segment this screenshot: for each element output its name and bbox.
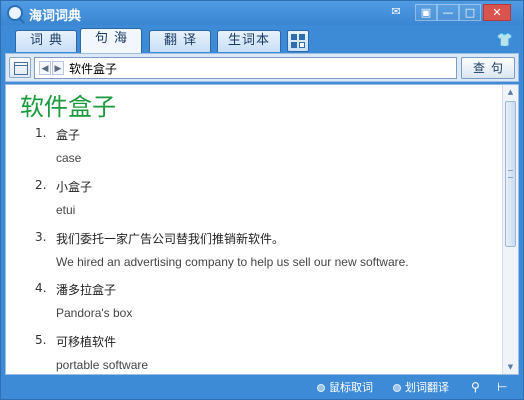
mouse-lookup-toggle[interactable]: 鼠标取词 — [317, 381, 373, 395]
search-input[interactable] — [69, 59, 449, 77]
status-bar: 鼠标取词 划词翻译 ⚲ ⊢ — [1, 377, 523, 399]
search-box: ◀ ▶ — [34, 57, 457, 79]
menu-icon[interactable]: ▣ — [415, 4, 437, 21]
english-sentence: case — [56, 151, 82, 165]
scroll-down-arrow-icon[interactable]: ▼ — [503, 360, 518, 374]
item-number: 1. — [35, 126, 47, 140]
maximize-icon[interactable]: □ — [459, 4, 481, 21]
tab-translate[interactable]: 翻译 — [149, 30, 211, 52]
scroll-thumb[interactable] — [505, 101, 516, 247]
mouse-lookup-label: 鼠标取词 — [329, 381, 373, 394]
tab-label: 翻译 — [163, 33, 202, 48]
chat-bubble-icon[interactable]: ✉ — [385, 4, 407, 21]
chinese-sentence: 我们委托一家广告公司替我们推销新软件。 — [56, 232, 285, 246]
scroll-up-arrow-icon[interactable]: ▲ — [503, 85, 518, 99]
results-panel: 软件盒子 1. 盒子 case 2. 小盒子 etui 3. 我们委托一家广告公… — [5, 84, 519, 375]
skin-shirt-icon[interactable]: 👕 — [497, 33, 513, 48]
tab-dictionary[interactable]: 词典 — [15, 30, 77, 52]
tab-sentences[interactable]: 句海 — [80, 28, 142, 53]
tab-label: 生词本 — [227, 33, 270, 48]
chinese-sentence: 小盒子 — [56, 180, 93, 194]
toggle-dot-icon — [393, 384, 401, 392]
item-number: 4. — [35, 281, 47, 295]
headword: 软件盒子 — [20, 93, 116, 121]
chinese-sentence: 可移植软件 — [56, 335, 117, 349]
chinese-sentence: 盒子 — [56, 128, 81, 142]
english-sentence: portable software — [56, 358, 149, 372]
toggle-dot-icon — [317, 384, 325, 392]
calendar-icon[interactable] — [9, 57, 31, 78]
magnifier-logo-icon — [7, 5, 23, 21]
tab-label: 句海 — [94, 31, 133, 46]
item-number: 3. — [35, 230, 47, 244]
tab-bar: 词典 句海 翻译 生词本 👕 — [1, 25, 523, 53]
pin-icon[interactable]: ⊢ — [497, 380, 507, 394]
chinese-sentence: 潘多拉盒子 — [56, 283, 117, 297]
tab-wordbook[interactable]: 生词本 — [217, 30, 281, 52]
english-sentence: We hired an advertising company to help … — [56, 255, 409, 269]
search-toolbar: ◀ ▶ 查句 — [5, 53, 519, 82]
tab-label: 词典 — [29, 33, 68, 48]
select-translate-label: 划词翻译 — [405, 381, 449, 394]
grid-apps-icon[interactable] — [287, 30, 309, 52]
search-icon[interactable]: ⚲ — [471, 380, 480, 394]
app-title: 海词词典 — [29, 9, 82, 24]
forward-arrow-icon[interactable]: ▶ — [52, 61, 64, 75]
english-sentence: etui — [56, 203, 76, 217]
title-bar: 海词词典 ✉ ▣ — □ ✕ — [1, 1, 523, 25]
minimize-icon[interactable]: — — [437, 4, 459, 21]
english-sentence: Pandora's box — [56, 306, 133, 320]
close-icon[interactable]: ✕ — [483, 4, 511, 21]
select-translate-toggle[interactable]: 划词翻译 — [393, 381, 449, 395]
app-window: 海词词典 ✉ ▣ — □ ✕ 词典 句海 翻译 生词本 👕 ◀ ▶ 软件盒子 查… — [0, 0, 524, 400]
search-button[interactable]: 查句 — [461, 57, 515, 79]
item-number: 5. — [35, 333, 47, 347]
back-arrow-icon[interactable]: ◀ — [39, 61, 51, 75]
item-number: 2. — [35, 178, 47, 192]
vertical-scrollbar[interactable]: ▲ ▼ — [502, 85, 518, 374]
